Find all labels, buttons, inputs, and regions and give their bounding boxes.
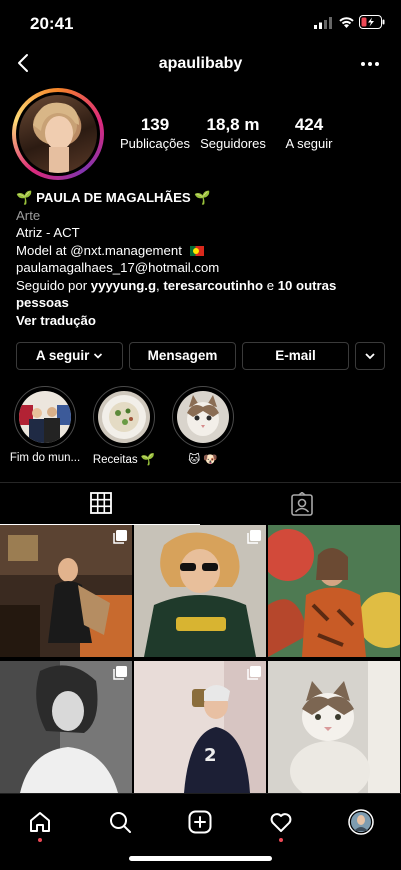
nav-home[interactable] — [20, 802, 60, 842]
post-thumbnail[interactable] — [268, 525, 400, 657]
stat-following[interactable]: 424 A seguir — [269, 115, 349, 151]
see-translation-link[interactable]: Ver tradução — [16, 312, 386, 330]
posts-grid: 2 — [0, 525, 401, 793]
following-button[interactable]: A seguir — [16, 342, 123, 370]
tab-tagged[interactable] — [201, 483, 401, 525]
multiple-photos-icon — [113, 530, 127, 544]
wifi-icon — [339, 17, 354, 28]
chevron-down-icon — [365, 353, 375, 360]
battery-low-icon — [359, 15, 385, 29]
profile-full-name: 🌱 PAULA DE MAGALHÃES 🌱 — [16, 189, 386, 207]
chevron-down-icon — [94, 353, 103, 360]
followers-count: 18,8 m — [206, 115, 260, 134]
followed-and: e — [263, 277, 278, 293]
sprout-emoji: 🌱 — [16, 190, 33, 205]
mention-link[interactable]: @nxt.management — [70, 243, 182, 258]
profile-actions: A seguir Mensagem E-mail — [16, 342, 386, 370]
post-thumbnail[interactable] — [0, 661, 132, 793]
profile-category: Arte — [16, 207, 41, 223]
bio-line-1: Atriz - ACT — [16, 225, 80, 240]
stat-followers[interactable]: 18,8 m Seguidores — [193, 115, 273, 151]
highlight-thumbnail — [177, 391, 229, 443]
bio-model-prefix: Model at — [16, 242, 71, 258]
cellular-signal-icon — [314, 17, 332, 29]
tagged-person-icon — [291, 492, 313, 516]
followed-by-prefix: Seguido por — [16, 277, 91, 293]
nav-profile[interactable] — [341, 802, 381, 842]
highlight-recipes[interactable]: Receitas 🌱 — [93, 386, 155, 466]
highlight-caption: 🐱 🐶 — [188, 454, 218, 466]
posts-count: 139 — [140, 115, 170, 134]
highlight-thumbnail — [98, 391, 150, 443]
profile-avatar[interactable] — [12, 88, 104, 180]
heart-icon — [270, 813, 292, 832]
follower-name-2: teresarcoutinho — [163, 277, 264, 293]
header-username: apaulibaby — [158, 55, 243, 72]
highlight-end-of-world[interactable]: Fim do mun... — [10, 386, 80, 464]
profile-stats: 139 Publicações 18,8 m Seguidores 424 A … — [115, 115, 395, 155]
more-options-icon[interactable] — [358, 54, 382, 74]
search-icon — [110, 812, 131, 833]
nav-new-post[interactable] — [180, 802, 220, 842]
status-bar: 20:41 — [0, 0, 401, 46]
followers-label: Seguidores — [200, 136, 266, 151]
multiple-photos-icon — [247, 666, 261, 680]
nav-search[interactable] — [100, 802, 140, 842]
grid-icon — [90, 492, 112, 514]
home-indicator — [129, 856, 272, 861]
suggested-accounts-button[interactable] — [355, 342, 385, 370]
tab-posts-grid[interactable] — [0, 483, 200, 525]
status-time: 20:41 — [30, 14, 74, 33]
followed-by[interactable]: Seguido por yyyyung.g, teresarcoutinho e… — [16, 277, 386, 312]
add-post-icon — [188, 810, 212, 834]
posts-label: Publicações — [119, 136, 191, 151]
full-name-text: PAULA DE MAGALHÃES — [36, 190, 191, 205]
profile-avatar-icon — [348, 809, 374, 835]
nav-activity[interactable] — [261, 802, 301, 842]
following-label: A seguir — [285, 136, 333, 151]
following-button-label: A seguir — [35, 348, 90, 363]
post-thumbnail[interactable] — [0, 525, 132, 657]
message-button[interactable]: Mensagem — [129, 342, 236, 370]
home-icon — [30, 812, 50, 832]
profile-header: apaulibaby — [0, 46, 401, 84]
email-button[interactable]: E-mail — [242, 342, 349, 370]
portugal-flag-icon — [189, 245, 204, 256]
home-notification-dot — [38, 838, 42, 842]
multiple-photos-icon — [113, 666, 127, 680]
profile-tabs — [0, 482, 401, 525]
post-thumbnail[interactable] — [134, 525, 266, 657]
bio-email-link[interactable]: paulamagalhaes_17@hotmail.com — [16, 259, 386, 277]
highlight-pets[interactable]: 🐱 🐶 — [172, 386, 234, 466]
following-count: 424 — [294, 115, 324, 134]
stat-posts[interactable]: 139 Publicações — [115, 115, 195, 151]
activity-notification-dot — [279, 838, 283, 842]
follower-name-1: yyyyung.g — [90, 277, 157, 293]
avatar-photo — [19, 95, 97, 173]
multiple-photos-icon — [247, 530, 261, 544]
post-thumbnail[interactable] — [268, 661, 400, 793]
bio-line-2: Model at @nxt.management — [16, 242, 386, 260]
profile-bio: 🌱 PAULA DE MAGALHÃES 🌱 Arte Atriz - ACT … — [16, 189, 386, 329]
svg-text:2: 2 — [204, 745, 217, 766]
highlight-thumbnail — [19, 391, 71, 443]
sprout-emoji: 🌱 — [194, 190, 211, 205]
post-thumbnail[interactable]: 2 — [134, 661, 266, 793]
